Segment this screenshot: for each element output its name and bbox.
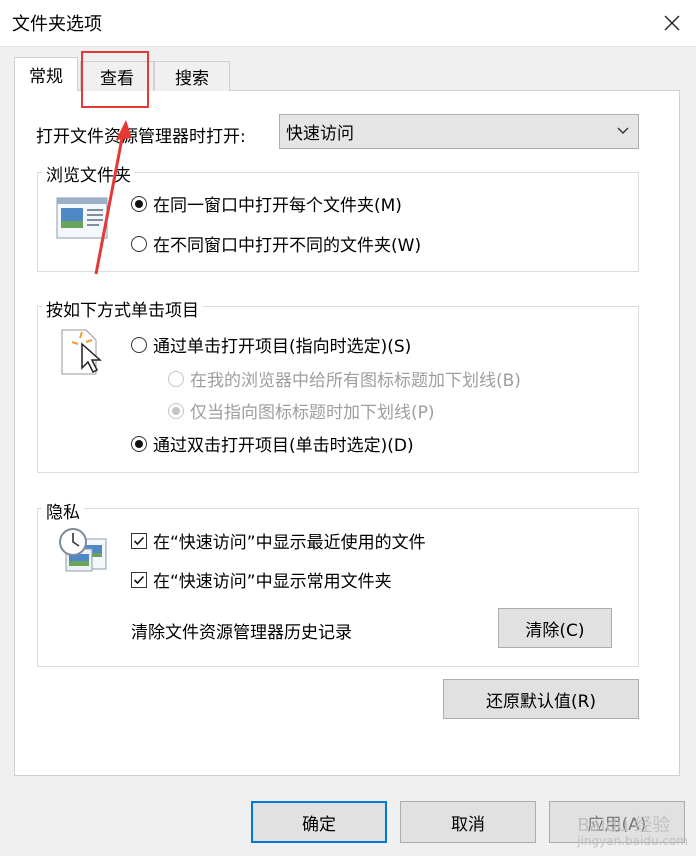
- check-frequent-folders-box[interactable]: [131, 571, 147, 588]
- radio-new-window[interactable]: 在不同窗口中打开不同的文件夹(W): [131, 231, 421, 256]
- radio-same-window-label: 在同一窗口中打开每个文件夹(M): [153, 196, 402, 216]
- chevron-down-icon: [617, 127, 629, 134]
- clock-files-icon: [59, 528, 107, 572]
- privacy-label: 隐私: [42, 498, 84, 523]
- tab-general[interactable]: 常规: [14, 57, 78, 91]
- check-frequent-folders[interactable]: 在“快速访问”中显示常用文件夹: [131, 567, 392, 592]
- radio-underline-hover-button[interactable]: [168, 402, 184, 419]
- watermark-line2: jingyan.baidu.com: [577, 834, 688, 849]
- annotation-arrow: [94, 120, 132, 275]
- check-recent-files-label: 在“快速访问”中显示最近使用的文件: [153, 533, 426, 553]
- close-button[interactable]: [648, 0, 696, 46]
- radio-same-window[interactable]: 在同一窗口中打开每个文件夹(M): [131, 191, 402, 216]
- clear-history-label: 清除文件资源管理器历史记录: [131, 623, 352, 643]
- radio-underline-all[interactable]: 在我的浏览器中给所有图标标题加下划线(B): [168, 366, 521, 391]
- tab-search[interactable]: 搜索: [154, 61, 230, 91]
- checkmark-icon: [133, 575, 145, 584]
- radio-single-click-button[interactable]: [131, 336, 147, 353]
- check-recent-files-box[interactable]: [131, 532, 147, 549]
- radio-double-click-label: 通过双击打开项目(单击时选定)(D): [153, 436, 414, 456]
- open-in-label: 打开文件资源管理器时打开:: [36, 127, 246, 147]
- radio-new-window-label: 在不同窗口中打开不同的文件夹(W): [153, 236, 422, 256]
- click-items-label: 按如下方式单击项目: [42, 296, 203, 321]
- radio-underline-all-button[interactable]: [168, 370, 184, 387]
- click-cursor-icon: [61, 329, 102, 375]
- radio-single-click-label: 通过单击打开项目(指向时选定)(S): [153, 337, 412, 357]
- radio-double-click-button[interactable]: [131, 435, 147, 452]
- close-icon: [664, 15, 680, 31]
- check-frequent-folders-label: 在“快速访问”中显示常用文件夹: [153, 572, 392, 592]
- window-title: 文件夹选项: [12, 14, 102, 35]
- watermark: Baidu 经验 jingyan.baidu.com: [577, 814, 688, 849]
- highlight-box: [81, 51, 149, 108]
- ok-button[interactable]: 确定: [251, 801, 387, 843]
- radio-single-click[interactable]: 通过单击打开项目(指向时选定)(S): [131, 332, 411, 357]
- title-bar: [0, 0, 696, 46]
- watermark-line1: Baidu 经验: [577, 814, 671, 836]
- cancel-button[interactable]: 取消: [400, 801, 536, 843]
- clear-button[interactable]: 清除(C): [498, 608, 612, 648]
- radio-underline-hover-label: 仅当指向图标标题时加下划线(P): [190, 403, 435, 423]
- checkmark-icon: [133, 536, 145, 545]
- title-divider: [0, 46, 696, 47]
- check-recent-files[interactable]: 在“快速访问”中显示最近使用的文件: [131, 528, 426, 553]
- restore-defaults-button[interactable]: 还原默认值(R): [443, 679, 639, 719]
- radio-underline-hover[interactable]: 仅当指向图标标题时加下划线(P): [168, 398, 435, 423]
- open-in-value: 快速访问: [286, 124, 354, 144]
- radio-underline-all-label: 在我的浏览器中给所有图标标题加下划线(B): [190, 371, 521, 391]
- radio-double-click[interactable]: 通过双击打开项目(单击时选定)(D): [131, 431, 414, 456]
- open-in-select[interactable]: 快速访问: [279, 114, 639, 149]
